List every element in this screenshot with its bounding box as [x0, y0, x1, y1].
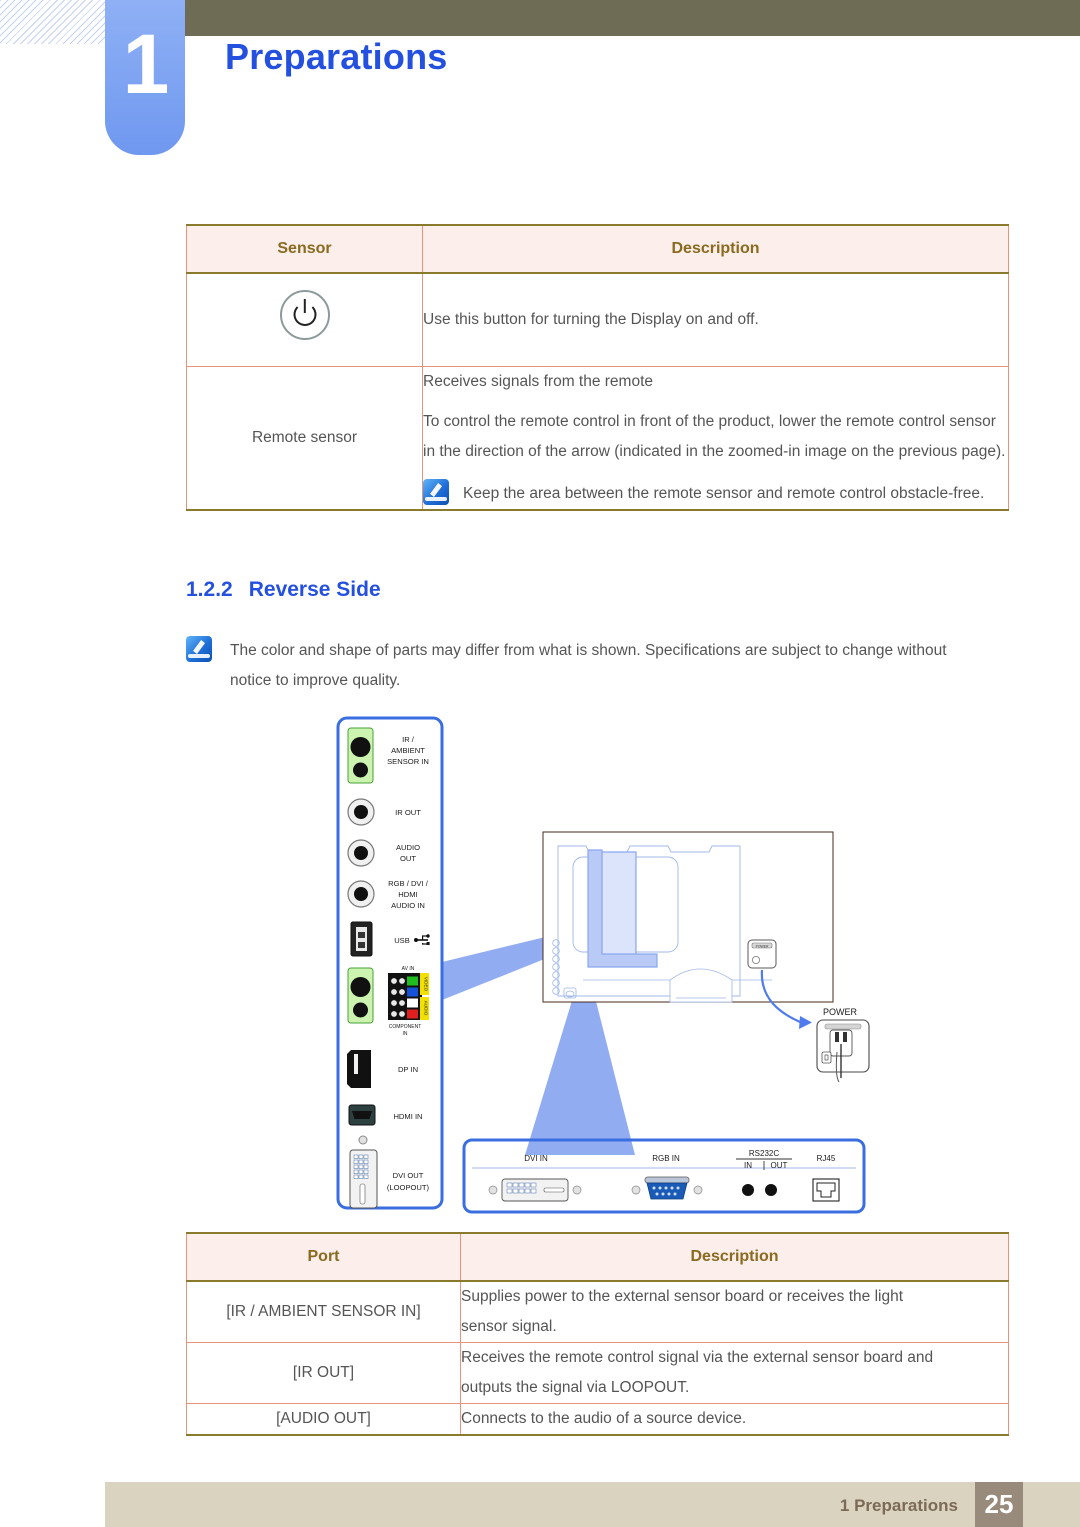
svg-text:HDMI IN: HDMI IN [393, 1112, 422, 1121]
description-text-line2: To control the remote control in front o… [423, 413, 1006, 460]
svg-text:IN: IN [403, 1031, 408, 1037]
svg-text:DVI IN: DVI IN [524, 1154, 548, 1163]
svg-text:COMPONENT: COMPONENT [389, 1024, 422, 1030]
sensor-table: Sensor Description Use this button for t… [186, 224, 1009, 511]
svg-text:RGB / DVI /: RGB / DVI / [388, 879, 429, 888]
description-text: Use this button for turning the Display … [423, 311, 759, 328]
footer-page-number: 25 [975, 1482, 1023, 1527]
svg-text:AUDIO IN: AUDIO IN [391, 901, 425, 910]
bottom-port-panel: DVI IN RGB IN RS232C IN OUT RJ45 [462, 1138, 866, 1214]
table-row: [IR OUT] Receives the remote control sig… [186, 1342, 1009, 1404]
column-header-description: Description [460, 1232, 1009, 1282]
bottom-port-rj45: RJ45 [812, 1154, 840, 1202]
section-note-text: The color and shape of parts may differ … [230, 642, 947, 689]
chapter-number: 1 [122, 17, 170, 111]
note-pen-icon [186, 636, 212, 662]
svg-text:SENSOR IN: SENSOR IN [387, 757, 429, 766]
description-text-line1: Receives signals from the remote [423, 373, 654, 390]
description-cell: Use this button for turning the Display … [422, 272, 1009, 367]
svg-text:IR OUT: IR OUT [395, 808, 421, 817]
svg-text:DP IN: DP IN [398, 1065, 418, 1074]
column-header-description: Description [422, 224, 1009, 274]
port-cell-audio-out: [AUDIO OUT] [186, 1403, 461, 1436]
sensor-cell-remote-sensor: Remote sensor [186, 366, 423, 511]
column-header-port: Port [186, 1232, 461, 1282]
svg-text:AMBIENT: AMBIENT [391, 746, 425, 755]
power-callout: POWER [816, 1007, 870, 1083]
port-ir-ambient-sensor-in: IR / AMBIENT SENSOR IN [347, 727, 429, 784]
description-cell: Receives the remote control signal via t… [460, 1342, 1009, 1404]
svg-text:VIDEO: VIDEO [424, 977, 429, 992]
note-text: Keep the area between the remote sensor … [463, 485, 985, 502]
svg-text:RJ45: RJ45 [817, 1154, 836, 1163]
port-table: Port Description [IR / AMBIENT SENSOR IN… [186, 1232, 1009, 1436]
svg-text:AV IN: AV IN [402, 966, 415, 972]
port-rgb-dvi-hdmi-audio-in: RGB / DVI / HDMI AUDIO IN [347, 879, 429, 910]
table-row: Use this button for turning the Display … [186, 272, 1009, 367]
port-usb: USB [350, 921, 430, 957]
section-heading: 1.2.2 Reverse Side [186, 578, 381, 602]
monitor-back-illustration: POWER [542, 831, 834, 1029]
table-header-row: Port Description [186, 1232, 1009, 1282]
svg-text:IR /: IR / [402, 735, 415, 744]
description-cell: Receives signals from the remote To cont… [422, 366, 1009, 511]
svg-text:(LOOPOUT): (LOOPOUT) [387, 1183, 430, 1192]
port-dp-in: DP IN [347, 1050, 418, 1088]
bottom-port-rgb-in: RGB IN [631, 1154, 703, 1200]
svg-text:USB: USB [394, 936, 410, 945]
table-row: [AUDIO OUT] Connects to the audio of a s… [186, 1403, 1009, 1436]
port-hdmi-in: HDMI IN [348, 1104, 423, 1126]
svg-text:IN: IN [744, 1161, 752, 1170]
port-ir-out: IR OUT [347, 798, 421, 826]
svg-text:POWER: POWER [756, 944, 769, 948]
column-header-sensor: Sensor [186, 224, 423, 274]
svg-text:RS232C: RS232C [749, 1149, 779, 1158]
table-row: Remote sensor Receives signals from the … [186, 366, 1009, 511]
port-av-in-component-in: AV IN VIDEO AUDIO COMPONENT IN [347, 966, 429, 1037]
section-number: 1.2.2 [186, 578, 233, 601]
port-dvi-out-loopout: DVI OUT (LOOPOUT) [349, 1135, 430, 1209]
usb-trident-icon [414, 934, 430, 945]
decorative-hatch-pattern [0, 0, 113, 44]
component-jack-block: VIDEO AUDIO [388, 973, 429, 1020]
svg-text:DVI OUT: DVI OUT [393, 1171, 424, 1180]
port-cell-ir-ambient-sensor-in: [IR / AMBIENT SENSOR IN] [186, 1280, 461, 1343]
footer-chapter-label: 1 Preparations [839, 1496, 958, 1515]
svg-text:OUT: OUT [400, 854, 416, 863]
svg-text:AUDIO: AUDIO [396, 843, 420, 852]
note-pen-icon [423, 479, 449, 505]
svg-text:HDMI: HDMI [398, 890, 417, 899]
section-note: The color and shape of parts may differ … [186, 636, 986, 696]
port-audio-out: AUDIO OUT [347, 839, 420, 867]
page-title: Preparations [225, 36, 448, 77]
bottom-port-rs232c: RS232C IN OUT [736, 1149, 792, 1196]
svg-text:AUDIO: AUDIO [424, 1001, 429, 1016]
svg-text:OUT: OUT [771, 1161, 788, 1170]
power-button-icon [279, 289, 330, 340]
sensor-cell-power-button [186, 272, 423, 367]
table-row: [IR / AMBIENT SENSOR IN] Supplies power … [186, 1280, 1009, 1343]
description-cell: Connects to the audio of a source device… [460, 1403, 1009, 1436]
svg-text:POWER: POWER [823, 1007, 858, 1017]
reverse-side-diagram: .lbl{font-family:"Liberation Sans",sans-… [330, 700, 890, 1220]
note-block: Keep the area between the remote sensor … [423, 479, 1008, 509]
header-olive-bar [113, 0, 1080, 36]
bottom-port-dvi-in: DVI IN [488, 1154, 582, 1202]
section-title: Reverse Side [248, 578, 381, 601]
description-cell: Supplies power to the external sensor bo… [460, 1280, 1009, 1343]
side-port-panel: IR / AMBIENT SENSOR IN IR OUT AUDIO OUT … [336, 716, 444, 1210]
port-cell-ir-out: [IR OUT] [186, 1342, 461, 1404]
svg-text:RGB IN: RGB IN [652, 1154, 680, 1163]
table-header-row: Sensor Description [186, 224, 1009, 274]
